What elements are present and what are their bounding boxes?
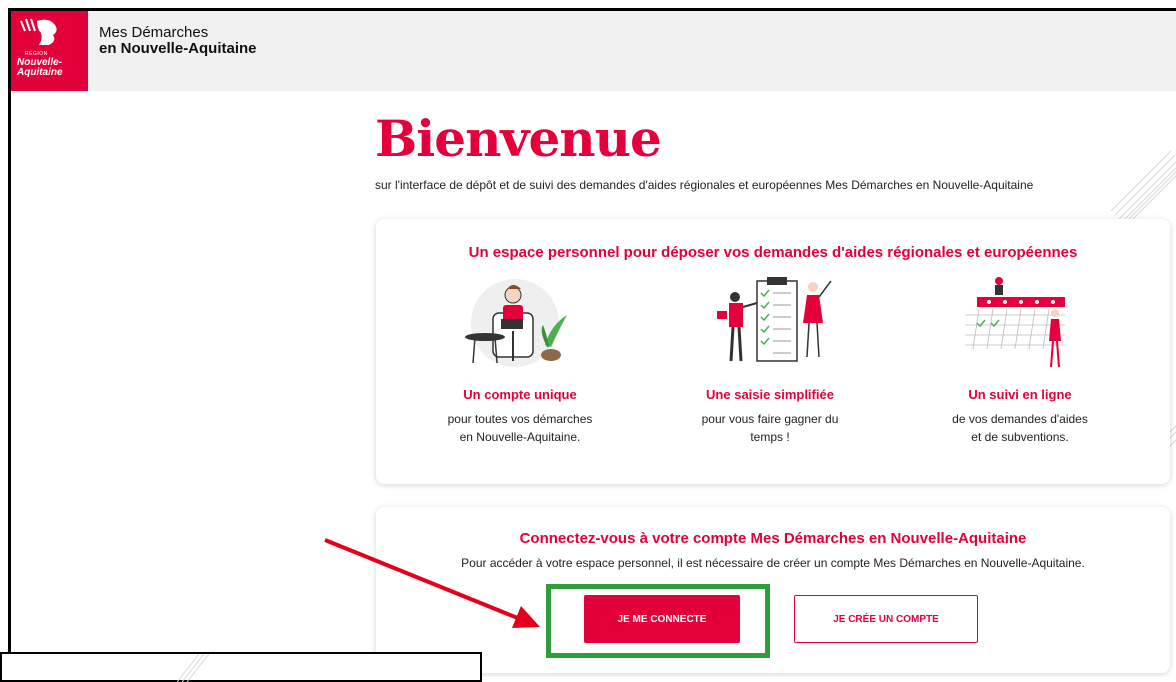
- logo-text-line2: Aquitaine: [17, 67, 63, 78]
- feature-desc-line2: en Nouvelle-Aquitaine.: [459, 430, 581, 444]
- overlay-panel: [0, 652, 482, 682]
- feature-title: Une saisie simplifiée: [706, 387, 834, 402]
- feature-desc-line1: pour toutes vos démarches: [447, 412, 593, 426]
- feature-desc: pour toutes vos démarches en Nouvelle-Aq…: [420, 410, 620, 446]
- connect-card: Connectez-vous à votre compte Mes Démarc…: [376, 507, 1170, 673]
- region-logo[interactable]: RÉGION Nouvelle- Aquitaine: [11, 11, 88, 91]
- features-card: Un espace personnel pour déposer vos dem…: [376, 219, 1170, 484]
- feature-desc-line2: et de subventions.: [971, 430, 1069, 444]
- logo-text: Nouvelle- Aquitaine: [17, 58, 63, 78]
- site-title-line1: Mes Démarches: [99, 24, 209, 41]
- checklist-illustration-icon: [717, 277, 832, 362]
- browser-frame: RÉGION Nouvelle- Aquitaine Mes Démarches…: [8, 8, 1176, 677]
- feature-online-tracking: Un suivi en ligne de vos demandes d'aide…: [920, 275, 1120, 446]
- decorative-hatch-overlay: [177, 654, 210, 682]
- feature-unique-account: Un compte unique pour toutes vos démarch…: [420, 275, 620, 446]
- welcome-title: Bienvenue: [375, 109, 662, 168]
- lion-logo-icon: [20, 18, 57, 45]
- calendar-illustration-icon: [965, 277, 1065, 368]
- feature-desc-line2: temps !: [750, 430, 790, 444]
- login-highlight-box: [546, 584, 770, 658]
- site-title-line2: en Nouvelle-Aquitaine: [99, 40, 257, 57]
- person-laptop-illustration-icon: [465, 279, 567, 367]
- feature-title: Un compte unique: [463, 387, 577, 402]
- feature-title: Un suivi en ligne: [968, 387, 1072, 402]
- decorative-hatch-top: [1110, 150, 1176, 221]
- create-account-button[interactable]: JE CRÉE UN COMPTE: [794, 595, 978, 643]
- feature-desc: pour vous faire gagner du temps !: [670, 410, 870, 446]
- welcome-subtitle: sur l'interface de dépôt et de suivi des…: [375, 178, 1034, 192]
- feature-desc-line1: pour vous faire gagner du: [701, 412, 839, 426]
- site-title[interactable]: Mes Démarches en Nouvelle-Aquitaine: [99, 25, 257, 57]
- site-header: RÉGION Nouvelle- Aquitaine Mes Démarches…: [11, 11, 1176, 91]
- features-card-title: Un espace personnel pour déposer vos dem…: [468, 244, 1078, 261]
- feature-simplified-entry: Une saisie simplifiée pour vous faire ga…: [670, 275, 870, 446]
- feature-desc-line1: de vos demandes d'aides: [952, 412, 1088, 426]
- connect-card-desc: Pour accéder à votre espace personnel, i…: [461, 556, 1085, 570]
- connect-card-title: Connectez-vous à votre compte Mes Démarc…: [519, 530, 1027, 547]
- feature-desc: de vos demandes d'aides et de subvention…: [920, 410, 1120, 446]
